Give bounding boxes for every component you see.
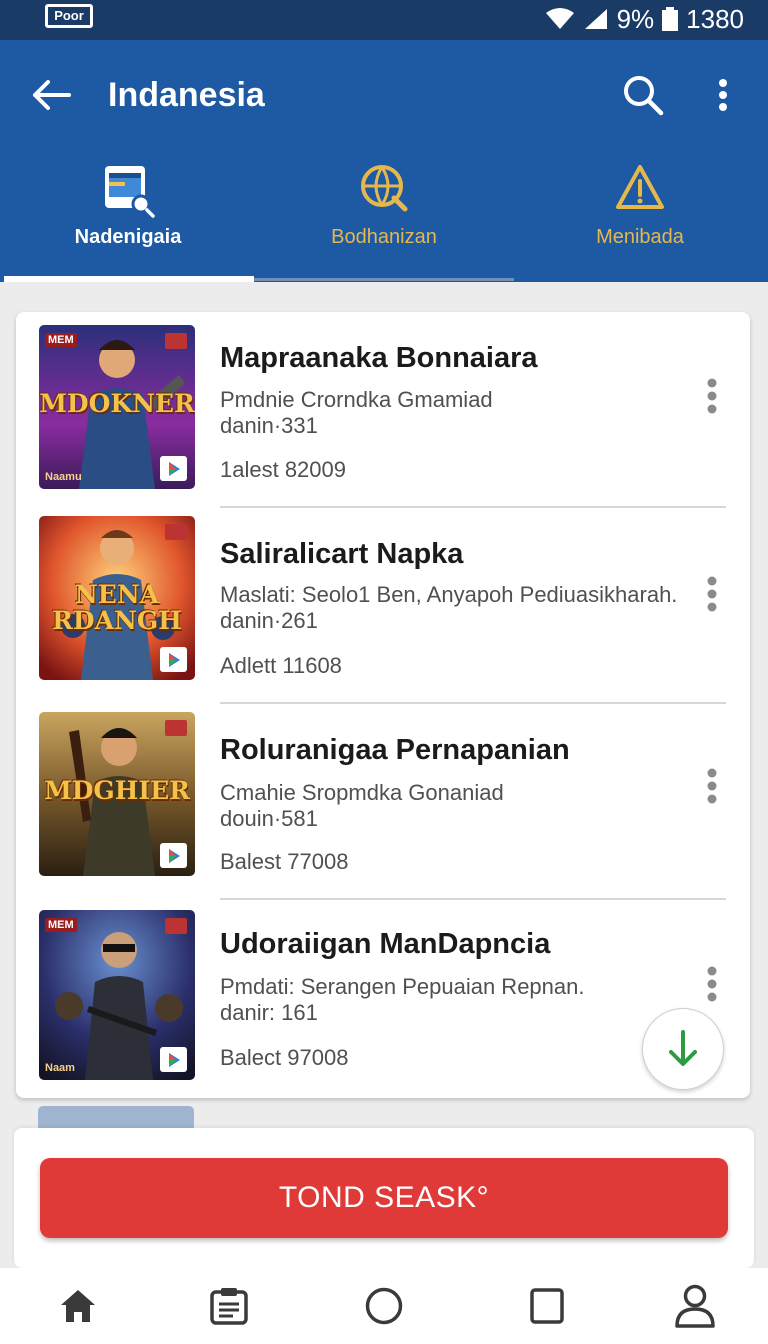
more-vertical-icon bbox=[707, 576, 717, 612]
nav-profile-button[interactable] bbox=[667, 1280, 723, 1332]
active-tab-indicator bbox=[4, 276, 254, 282]
clock: 1380 bbox=[686, 3, 744, 34]
item-more-button[interactable] bbox=[698, 964, 726, 1004]
download-arrow-icon bbox=[669, 1030, 697, 1066]
tablet-search-icon bbox=[105, 166, 155, 218]
search-icon bbox=[624, 76, 664, 116]
tab-track bbox=[254, 278, 514, 281]
more-vertical-icon bbox=[707, 966, 717, 1002]
app-thumbnail: NENA RDANGH bbox=[39, 516, 195, 680]
nav-square-button[interactable] bbox=[519, 1280, 575, 1332]
app-detail: danin·261 bbox=[220, 608, 318, 633]
app-list: MEM MDOKNER Naamu Mapraanaka Bonnaiara P… bbox=[16, 312, 750, 1098]
play-store-icon bbox=[160, 843, 187, 868]
primary-action-button[interactable]: TOND SEASK° bbox=[40, 1158, 728, 1238]
tab-label: Menibada bbox=[596, 226, 684, 248]
app-meta: Adlett 11608 bbox=[220, 653, 342, 678]
item-more-button[interactable] bbox=[698, 574, 726, 614]
tab-menibada[interactable]: Menibada bbox=[512, 150, 768, 282]
search-button[interactable] bbox=[618, 70, 668, 120]
bottom-navigation bbox=[0, 1268, 768, 1344]
app-detail: danin·331 bbox=[220, 413, 318, 438]
more-options-button[interactable] bbox=[706, 70, 740, 120]
app-thumbnail: MEM Naam bbox=[39, 910, 195, 1080]
app-title: Mapraanaka Bonnaiara bbox=[220, 342, 538, 374]
play-store-icon bbox=[160, 456, 187, 481]
wifi-icon bbox=[545, 8, 574, 29]
thumbnail-logo-text: MDOKNER bbox=[39, 389, 195, 418]
status-bar: Poor 9% 1380 bbox=[0, 0, 768, 40]
tab-bodhanizan[interactable]: Bodhanizan bbox=[256, 150, 512, 282]
app-subtitle: Pmdati: Serangen Pepuaian Repnan. bbox=[220, 974, 585, 999]
list-item[interactable]: MEM MDOKNER Naamu Mapraanaka Bonnaiara P… bbox=[16, 312, 750, 508]
carrier-logo: Poor bbox=[45, 4, 93, 28]
app-bar: Indanesia Nadenigaia Bodhanizan Menibada bbox=[0, 40, 768, 282]
list-item[interactable]: MEM Naam Udoraiigan ManDapncia Pmdati: S… bbox=[16, 900, 750, 1096]
thumbnail-badge: MEM bbox=[45, 918, 77, 932]
warning-icon bbox=[616, 165, 664, 209]
back-button[interactable] bbox=[26, 72, 76, 118]
more-vertical-icon bbox=[707, 768, 717, 804]
signal-icon bbox=[584, 9, 607, 29]
play-store-icon bbox=[160, 647, 187, 672]
more-vertical-icon bbox=[719, 79, 727, 111]
app-meta: Balest 77008 bbox=[220, 849, 349, 874]
arrow-left-icon bbox=[33, 80, 71, 110]
app-subtitle: Cmahie Sropmdka Gonaniad bbox=[220, 780, 504, 805]
list-item[interactable]: MDGHIER Roluranigaa Pernapanian Cmahie S… bbox=[16, 704, 750, 900]
globe-search-icon bbox=[361, 165, 408, 212]
status-indicators: 9% 1380 bbox=[545, 2, 744, 36]
app-subtitle: Maslati: Seolo1 Ben, Anyapoh Pediuasikha… bbox=[220, 582, 678, 607]
play-store-icon bbox=[160, 1047, 187, 1072]
thumbnail-tag bbox=[165, 524, 187, 540]
app-detail: douin·581 bbox=[220, 806, 318, 831]
thumbnail-badge: MEM bbox=[45, 333, 77, 347]
battery-icon bbox=[662, 7, 679, 31]
item-more-button[interactable] bbox=[698, 766, 726, 806]
app-title: Udoraiigan ManDapncia bbox=[220, 928, 551, 960]
more-vertical-icon bbox=[707, 378, 717, 414]
app-thumbnail: MEM MDOKNER Naamu bbox=[39, 325, 195, 489]
nav-circle-button[interactable] bbox=[356, 1280, 412, 1332]
nav-home-button[interactable] bbox=[50, 1280, 106, 1332]
tab-nadenigaia[interactable]: Nadenigaia bbox=[0, 150, 256, 282]
app-title: Roluranigaa Pernapanian bbox=[220, 734, 570, 766]
thumbnail-tag bbox=[165, 720, 187, 736]
page-title: Indanesia bbox=[108, 76, 265, 114]
tab-bar: Nadenigaia Bodhanizan Menibada bbox=[0, 150, 768, 282]
square-icon bbox=[530, 1288, 564, 1324]
app-thumbnail: MDGHIER bbox=[39, 712, 195, 876]
tab-label: Bodhanizan bbox=[331, 226, 437, 248]
item-more-button[interactable] bbox=[698, 376, 726, 416]
tab-label: Nadenigaia bbox=[74, 226, 182, 248]
thumbnail-logo-text: MDGHIER bbox=[44, 776, 190, 805]
home-icon bbox=[61, 1290, 95, 1322]
app-meta: Balect 97008 bbox=[220, 1045, 349, 1070]
thumbnail-footer: Naamu bbox=[45, 471, 82, 483]
clipboard-icon bbox=[210, 1288, 248, 1325]
thumbnail-logo-text: NENA RDANGH bbox=[52, 580, 182, 635]
list-item[interactable]: NENA RDANGH Saliralicart Napka Maslati: … bbox=[16, 508, 750, 704]
thumbnail-footer: Naam bbox=[45, 1062, 75, 1074]
app-subtitle: Pmdnie Crorndka Gmamiad bbox=[220, 387, 493, 412]
app-detail: danir: 161 bbox=[220, 1000, 318, 1025]
nav-list-button[interactable] bbox=[201, 1280, 257, 1332]
circle-icon bbox=[365, 1287, 403, 1325]
battery-percent: 9% bbox=[616, 3, 655, 34]
thumbnail-tag bbox=[165, 333, 187, 349]
person-icon bbox=[675, 1284, 715, 1328]
download-button[interactable] bbox=[642, 1008, 724, 1090]
thumbnail-tag bbox=[165, 918, 187, 934]
app-meta: 1alest 82009 bbox=[220, 457, 346, 482]
app-title: Saliralicart Napka bbox=[220, 538, 464, 570]
